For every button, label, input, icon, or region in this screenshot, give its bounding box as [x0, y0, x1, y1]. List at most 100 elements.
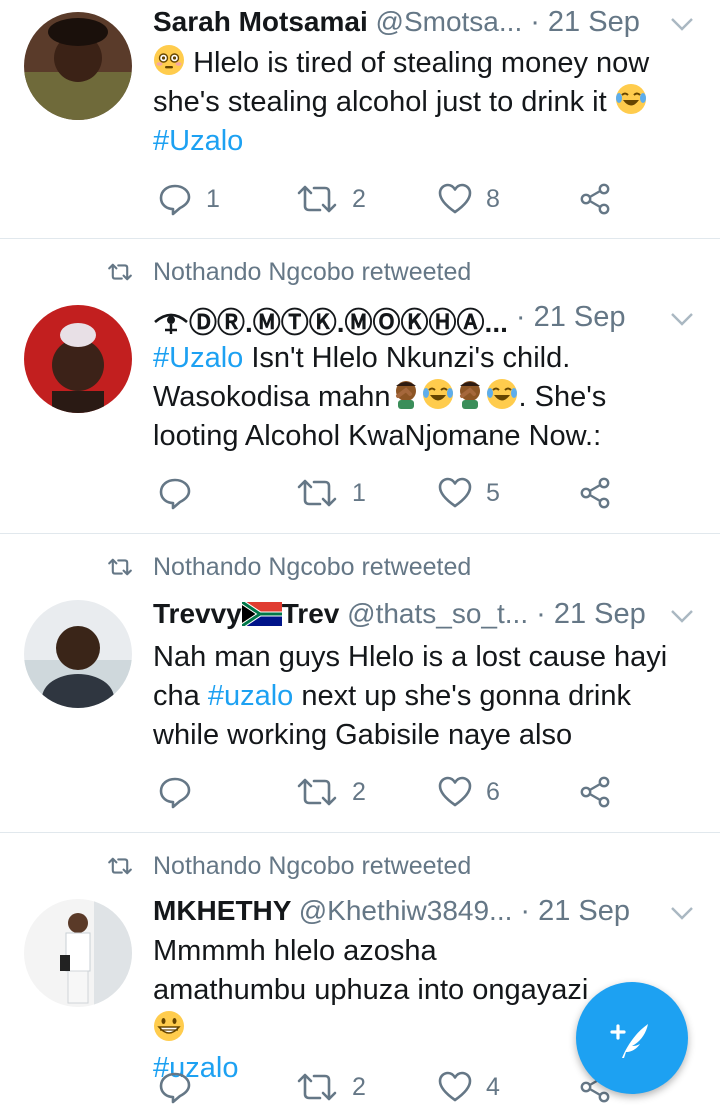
tweet-actions: 1 2 8 [153, 179, 633, 219]
retweet-count: 2 [352, 184, 366, 213]
timeline: Sarah Motsamai @Smotsa... · 21 Sep Hlelo… [0, 0, 720, 1107]
compose-tweet-button[interactable] [576, 982, 688, 1094]
like-icon [438, 1071, 472, 1102]
tweet-text: Nah man guys Hlelo is a lost cause hayi … [153, 638, 693, 755]
retweet-count: 2 [352, 777, 366, 806]
retweet-count: 2 [352, 1072, 366, 1101]
retweet-context: Nothando Ngcobo retweeted [0, 550, 720, 582]
display-name[interactable]: ⒹⓇ.ⓂⓉⓀ.ⓂⓄⓀⒽⒶ... [189, 307, 508, 338]
tears-of-joy-emoji-icon [487, 379, 518, 409]
south-africa-flag-icon [240, 599, 282, 629]
hashtag-link[interactable]: #Uzalo [153, 125, 243, 157]
chevron-down-icon[interactable] [670, 16, 694, 32]
tweet-header: ⒹⓇ.ⓂⓉⓀ.ⓂⓄⓀⒽⒶ... · 21 Sep [153, 301, 700, 341]
like-button[interactable]: 6 [438, 772, 500, 812]
tweet-header: MKHETHY @Khethiw3849... · 21 Sep [153, 895, 700, 935]
tweet[interactable]: Nothando Ngcobo retweeted Trevvy Trev @th… [0, 534, 720, 833]
retweet-button[interactable]: 1 [296, 473, 366, 513]
tweet-header: Trevvy Trev @thats_so_t... · 21 Sep [153, 598, 700, 638]
share-icon [580, 776, 610, 808]
like-icon [438, 477, 472, 508]
like-icon [438, 183, 472, 214]
tweet-header: Sarah Motsamai @Smotsa... · 21 Sep [153, 6, 700, 46]
retweet-icon [297, 479, 337, 507]
retweet-icon [108, 263, 132, 281]
tweet-text: Mmmmh hlelo azosha amathumbu uphuza into… [153, 932, 593, 1088]
tweet-time[interactable]: · 21 Sep [520, 895, 630, 928]
eye-symbol-icon [154, 313, 188, 334]
avatar[interactable] [24, 899, 132, 1007]
reply-icon [159, 777, 191, 809]
author-name[interactable]: MKHETHY @Khethiw3849... [153, 895, 512, 927]
share-button[interactable] [579, 179, 611, 219]
tweet-actions: 1 5 [153, 473, 633, 513]
retweet-button[interactable]: 2 [296, 1067, 366, 1107]
tweet[interactable]: Nothando Ngcobo retweeted ⒹⓇ.ⓂⓉⓀ.ⓂⓄⓀⒽⒶ..… [0, 239, 720, 534]
hashtag-link[interactable]: #Uzalo [153, 342, 243, 374]
like-count: 4 [486, 1072, 500, 1101]
like-button[interactable]: 5 [438, 473, 500, 513]
author-handle[interactable]: @Khethiw3849... [299, 895, 513, 926]
like-count: 5 [486, 478, 500, 507]
retweeted-by-label[interactable]: Nothando Ngcobo retweeted [153, 258, 471, 287]
retweet-context: Nothando Ngcobo retweeted [0, 255, 720, 287]
reply-button[interactable] [158, 473, 206, 513]
reply-icon [159, 478, 191, 510]
reply-count: 1 [206, 184, 220, 213]
retweet-button[interactable]: 2 [296, 772, 366, 812]
retweet-count: 1 [352, 478, 366, 507]
share-icon [580, 183, 610, 215]
tweet-text-body: Hlelo is tired of stealing money now she… [153, 47, 650, 118]
reply-icon [159, 184, 191, 216]
tears-of-joy-emoji-icon [423, 379, 454, 409]
display-name[interactable]: Trevvy [153, 598, 242, 629]
like-count: 6 [486, 777, 500, 806]
retweet-button[interactable]: 2 [296, 179, 366, 219]
retweet-icon [108, 558, 132, 576]
tweet[interactable]: Sarah Motsamai @Smotsa... · 21 Sep Hlelo… [0, 0, 720, 239]
author-name[interactable]: Sarah Motsamai @Smotsa... [153, 6, 522, 38]
avatar[interactable] [24, 600, 132, 708]
like-icon [438, 776, 472, 807]
retweet-context: Nothando Ngcobo retweeted [0, 849, 720, 881]
tweet-time[interactable]: · 21 Sep [516, 301, 626, 334]
author-handle[interactable]: @thats_so_t... [347, 598, 528, 629]
avatar[interactable] [24, 305, 132, 413]
facepalm-emoji-icon [460, 381, 481, 409]
retweet-icon [297, 185, 337, 213]
share-button[interactable] [579, 772, 611, 812]
display-name-suffix[interactable]: Trev [282, 598, 340, 629]
tweet-time[interactable]: · 21 Sep [530, 6, 640, 39]
reply-button[interactable] [158, 1067, 206, 1107]
chevron-down-icon[interactable] [670, 905, 694, 921]
tweet-text: Hlelo is tired of stealing money now she… [153, 44, 693, 161]
author-name[interactable]: ⒹⓇ.ⓂⓉⓀ.ⓂⓄⓀⒽⒶ... [153, 301, 508, 341]
author-name[interactable]: Trevvy Trev @thats_so_t... [153, 598, 528, 630]
chevron-down-icon[interactable] [670, 608, 694, 624]
retweet-icon [297, 778, 337, 806]
avatar[interactable] [24, 12, 132, 120]
display-name[interactable]: Sarah Motsamai [153, 6, 368, 37]
chevron-down-icon[interactable] [670, 311, 694, 327]
reply-icon [159, 1072, 191, 1104]
tweet-text-body: Mmmmh hlelo azosha amathumbu uphuza into… [153, 935, 589, 1006]
retweeted-by-label[interactable]: Nothando Ngcobo retweeted [153, 852, 471, 881]
reply-button[interactable]: 1 [158, 179, 220, 219]
share-button[interactable] [579, 473, 611, 513]
like-count: 8 [486, 184, 500, 213]
display-name[interactable]: MKHETHY [153, 895, 291, 926]
tears-of-joy-emoji-icon [615, 84, 646, 114]
reply-button[interactable] [158, 772, 206, 812]
facepalm-emoji-icon [396, 381, 417, 409]
author-handle[interactable]: @Smotsa... [376, 6, 523, 37]
retweet-icon [297, 1073, 337, 1101]
like-button[interactable]: 4 [438, 1067, 500, 1107]
retweet-icon [108, 857, 132, 875]
grinning-face-emoji-icon [154, 1011, 184, 1041]
tweet-time[interactable]: · 21 Sep [536, 598, 646, 631]
tweet-actions: 2 4 [153, 1067, 633, 1107]
hashtag-link[interactable]: #uzalo [208, 680, 293, 712]
retweeted-by-label[interactable]: Nothando Ngcobo retweeted [153, 553, 471, 582]
like-button[interactable]: 8 [438, 179, 500, 219]
compose-tweet-icon [610, 1024, 648, 1058]
